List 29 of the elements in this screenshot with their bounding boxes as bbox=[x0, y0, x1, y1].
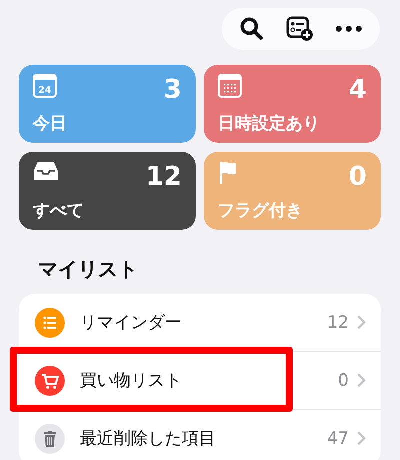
calendar-icon bbox=[218, 74, 242, 98]
tile-label: すべて bbox=[33, 200, 85, 222]
search-button[interactable] bbox=[240, 17, 264, 41]
smart-list-tile[interactable]: 12 すべて bbox=[19, 152, 196, 230]
flag-icon bbox=[218, 161, 238, 185]
more-button[interactable] bbox=[336, 26, 362, 32]
chevron-icon bbox=[357, 373, 366, 388]
count: 0 bbox=[338, 370, 349, 390]
tile-label: 日時設定あり bbox=[218, 113, 321, 135]
section-title: マイリスト bbox=[38, 256, 139, 283]
add-list-icon bbox=[286, 16, 314, 42]
add-list-button[interactable] bbox=[286, 16, 314, 42]
count: 12 bbox=[146, 164, 182, 190]
tray-icon bbox=[33, 161, 59, 181]
count: 0 bbox=[348, 164, 367, 190]
list-name[interactable]: リマインダー bbox=[80, 311, 328, 334]
chevron-icon bbox=[357, 315, 366, 330]
list-name[interactable]: 最近削除した項目 bbox=[80, 427, 328, 450]
search-icon bbox=[240, 17, 264, 41]
list-name[interactable]: 買い物リスト bbox=[80, 369, 338, 392]
chevron-icon bbox=[357, 431, 366, 446]
more-icon bbox=[336, 26, 362, 32]
count: 4 bbox=[348, 77, 367, 103]
tile-label: フラグ付き bbox=[218, 200, 304, 222]
count: 12 bbox=[327, 312, 349, 332]
count: 47 bbox=[327, 428, 349, 448]
tile-label: 今日 bbox=[33, 113, 68, 135]
calendar-icon: 24 bbox=[33, 74, 57, 98]
count: 3 bbox=[164, 77, 182, 103]
